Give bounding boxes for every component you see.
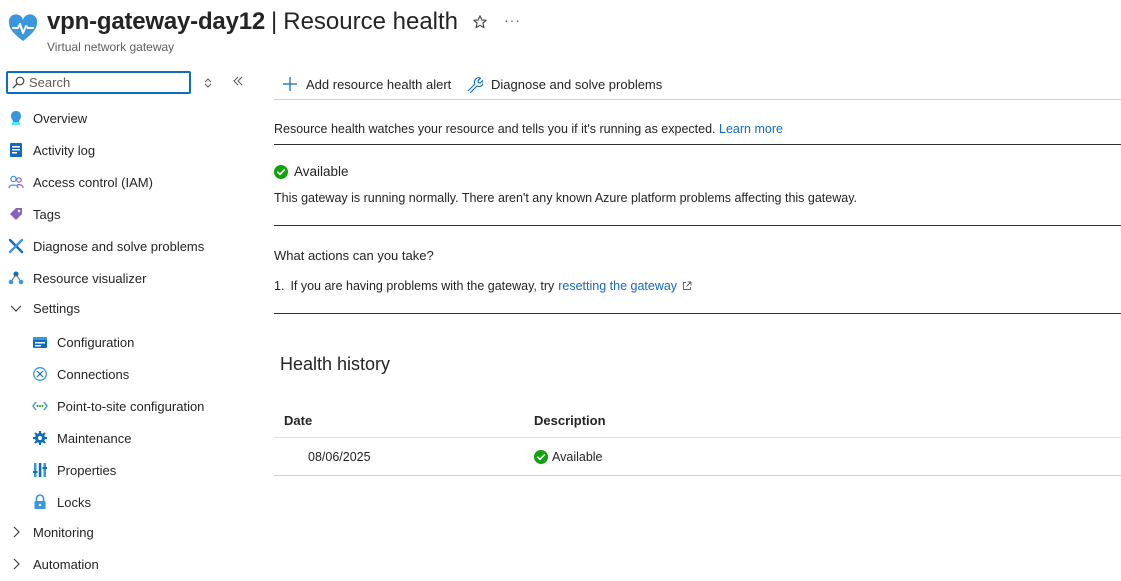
add-resource-health-alert-button[interactable]: Add resource health alert — [282, 72, 451, 96]
diagnose-solve-button[interactable]: Diagnose and solve problems — [466, 72, 662, 96]
sidebar-item-activity-log[interactable]: Activity log — [8, 137, 95, 163]
action-text: If you are having problems with the gate… — [290, 279, 555, 293]
health-history-title: Health history — [280, 354, 391, 374]
connections-icon — [32, 366, 48, 382]
plus-icon — [283, 77, 297, 91]
check-circle-icon — [534, 450, 548, 464]
search-input[interactable] — [29, 75, 179, 90]
sidebar-item-locks[interactable]: Locks — [32, 489, 91, 515]
wrench-icon — [467, 76, 483, 93]
favorite-star-icon[interactable] — [472, 14, 488, 30]
action-number: 1. — [274, 279, 285, 293]
point-to-site-icon — [32, 398, 48, 414]
sidebar-item-label: Resource visualizer — [33, 270, 147, 286]
title-separator: | — [271, 8, 278, 35]
add-alert-label: Add resource health alert — [306, 76, 452, 92]
wrench-icon — [8, 238, 24, 254]
status-description: This gateway is running normally. There … — [274, 191, 858, 205]
sidebar-item-access-control[interactable]: Access control (IAM) — [8, 169, 153, 195]
more-options-button[interactable]: ··· — [504, 12, 521, 28]
sidebar-item-label: Configuration — [57, 334, 135, 350]
chevron-down-icon — [8, 300, 24, 316]
chevron-right-icon — [8, 524, 24, 540]
sidebar-item-maintenance[interactable]: Maintenance — [32, 425, 131, 451]
sidebar-item-label: Locks — [57, 494, 91, 510]
visualizer-icon — [8, 270, 24, 286]
sidebar-item-properties[interactable]: Properties — [32, 457, 116, 483]
resource-type-subtitle: Virtual network gateway — [47, 40, 175, 54]
diagnose-label: Diagnose and solve problems — [491, 76, 663, 92]
row-status-label: Available — [552, 450, 603, 464]
health-status: Available — [274, 164, 349, 179]
cell-date: 08/06/2025 — [308, 450, 371, 464]
status-label: Available — [294, 164, 349, 179]
column-header-date[interactable]: Date — [284, 413, 312, 428]
resource-name: vpn-gateway-day12 — [47, 8, 266, 35]
table-header: Date Description — [274, 404, 1121, 438]
vpn-gateway-heart-icon — [8, 14, 38, 42]
sidebar-group-monitoring[interactable]: Monitoring — [8, 519, 94, 545]
tag-icon — [8, 206, 24, 222]
sidebar-item-label: Overview — [33, 110, 88, 126]
sidebar-item-diagnose[interactable]: Diagnose and solve problems — [8, 233, 204, 259]
collapse-sidebar-icon[interactable] — [231, 74, 245, 88]
info-text: Resource health watches your resource an… — [274, 122, 716, 136]
search-options-icon[interactable] — [201, 76, 215, 90]
sidebar-item-label: Automation — [33, 556, 99, 572]
learn-more-link[interactable]: Learn more — [719, 122, 783, 136]
sidebar-group-settings[interactable]: Settings — [8, 295, 80, 321]
divider — [274, 313, 1121, 314]
check-circle-icon — [274, 164, 288, 179]
action-item: 1. If you are having problems with the g… — [274, 279, 692, 293]
gear-icon — [32, 430, 48, 446]
table-row[interactable]: 08/06/2025 Available — [274, 438, 1121, 476]
page-title: vpn-gateway-day12 | Resource health — [47, 8, 458, 36]
people-icon — [8, 174, 24, 190]
sidebar-item-label: Activity log — [33, 142, 96, 158]
page-header: vpn-gateway-day12 | Resource health ··· … — [0, 0, 1121, 62]
cell-description: Available — [534, 450, 603, 464]
activity-log-icon — [8, 142, 24, 158]
actions-heading: What actions can you take? — [274, 248, 434, 263]
sidebar-item-point-to-site[interactable]: Point-to-site configuration — [32, 393, 204, 419]
sidebar-item-label: Access control (IAM) — [33, 174, 153, 190]
sidebar-item-connections[interactable]: Connections — [32, 361, 129, 387]
chevron-right-icon — [8, 556, 24, 572]
sidebar-item-label: Settings — [33, 300, 80, 316]
sidebar-item-label: Connections — [57, 366, 130, 382]
sidebar-item-resource-visualizer[interactable]: Resource visualizer — [8, 265, 146, 291]
health-history-table: Date Description 08/06/2025 Available — [274, 404, 1121, 476]
search-icon — [12, 76, 25, 89]
configuration-icon — [32, 334, 48, 350]
properties-icon — [32, 462, 48, 478]
overview-icon — [8, 110, 24, 126]
search-box[interactable] — [6, 71, 191, 94]
external-link-icon — [683, 281, 692, 290]
reset-gateway-link[interactable]: resetting the gateway — [558, 279, 677, 293]
sidebar-item-overview[interactable]: Overview — [8, 105, 87, 131]
sidebar-item-label: Maintenance — [57, 430, 132, 446]
blade-title: Resource health — [283, 8, 459, 35]
sidebar-item-label: Tags — [33, 206, 61, 222]
sidebar-item-label: Diagnose and solve problems — [33, 238, 205, 254]
sidebar-item-configuration[interactable]: Configuration — [32, 329, 134, 355]
command-bar: Add resource health alert Diagnose and s… — [274, 68, 1121, 100]
sidebar-item-label: Point-to-site configuration — [57, 398, 205, 414]
sidebar-item-tags[interactable]: Tags — [8, 201, 60, 227]
sidebar-item-label: Properties — [57, 462, 117, 478]
column-header-description[interactable]: Description — [534, 413, 606, 428]
divider — [274, 225, 1121, 226]
sidebar-item-label: Monitoring — [33, 524, 94, 540]
sidebar-group-automation[interactable]: Automation — [8, 551, 99, 577]
resource-health-info: Resource health watches your resource an… — [274, 122, 783, 136]
divider — [274, 144, 1121, 145]
lock-icon — [32, 494, 48, 510]
